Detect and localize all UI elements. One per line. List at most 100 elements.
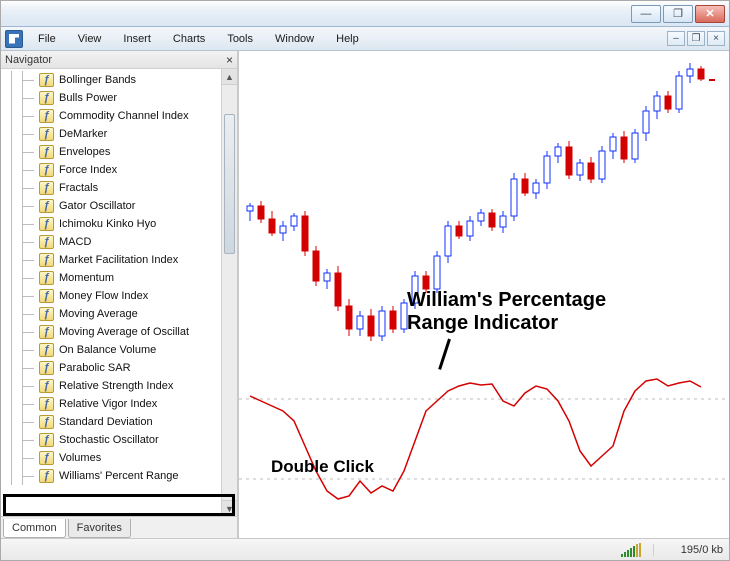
function-icon	[39, 379, 54, 393]
mdi-window-controls: – ❐ ×	[667, 31, 725, 46]
window-titlebar: — ❐ ✕	[1, 1, 729, 27]
function-icon	[39, 91, 54, 105]
indicator-label: Force Index	[59, 164, 117, 176]
indicator-label: Relative Strength Index	[59, 380, 173, 392]
indicator-item[interactable]: Relative Vigor Index	[5, 395, 227, 413]
scroll-down-button[interactable]: ▼	[222, 500, 237, 516]
function-icon	[39, 145, 54, 159]
function-icon	[39, 163, 54, 177]
indicator-label: Envelopes	[59, 146, 110, 158]
window-close-button[interactable]: ✕	[695, 5, 725, 23]
function-icon	[39, 361, 54, 375]
menu-view[interactable]: View	[68, 30, 112, 48]
function-icon	[39, 271, 54, 285]
indicator-label: Moving Average	[59, 308, 138, 320]
function-icon	[39, 325, 54, 339]
menu-file[interactable]: File	[28, 30, 66, 48]
indicator-item[interactable]: Bollinger Bands	[5, 71, 227, 89]
indicator-label: MACD	[59, 236, 91, 248]
indicator-item[interactable]: Standard Deviation	[5, 413, 227, 431]
chart-canvas	[239, 51, 729, 517]
indicator-item[interactable]: Relative Strength Index	[5, 377, 227, 395]
menu-window[interactable]: Window	[265, 30, 324, 48]
function-icon	[39, 199, 54, 213]
menu-help[interactable]: Help	[326, 30, 369, 48]
status-transfer: 195/0 kb	[653, 544, 723, 556]
navigator-header: Navigator ×	[1, 51, 237, 69]
indicator-label: Commodity Channel Index	[59, 110, 189, 122]
function-icon	[39, 343, 54, 357]
indicator-item[interactable]: Moving Average of Oscillat	[5, 323, 227, 341]
indicator-item[interactable]: Gator Oscillator	[5, 197, 227, 215]
navigator-scrollbar[interactable]: ▲ ▼	[221, 69, 237, 516]
function-icon	[39, 235, 54, 249]
chart-area[interactable]: William's Percentage Range Indicator Dou…	[239, 51, 729, 538]
function-icon	[39, 127, 54, 141]
scroll-thumb[interactable]	[224, 114, 235, 254]
function-icon	[39, 469, 54, 483]
app-icon	[5, 30, 23, 48]
mdi-close-button[interactable]: ×	[707, 31, 725, 46]
indicator-label: Standard Deviation	[59, 416, 153, 428]
connection-bars-icon	[621, 543, 641, 557]
window-minimize-button[interactable]: —	[631, 5, 661, 23]
indicator-label: Parabolic SAR	[59, 362, 131, 374]
mdi-restore-button[interactable]: ❐	[687, 31, 705, 46]
indicator-item[interactable]: Stochastic Oscillator	[5, 431, 227, 449]
indicator-label: Bulls Power	[59, 92, 117, 104]
indicator-label: Volumes	[59, 452, 101, 464]
indicator-item[interactable]: Volumes	[5, 449, 227, 467]
indicator-item[interactable]: MACD	[5, 233, 227, 251]
indicator-label: Relative Vigor Index	[59, 398, 157, 410]
indicator-label: Moving Average of Oscillat	[59, 326, 189, 338]
function-icon	[39, 307, 54, 321]
navigator-tabs: Common Favorites	[1, 516, 237, 538]
indicator-label: Money Flow Index	[59, 290, 148, 302]
indicator-item[interactable]: Market Facilitation Index	[5, 251, 227, 269]
indicator-label: Momentum	[59, 272, 114, 284]
window-maximize-button[interactable]: ❐	[663, 5, 693, 23]
function-icon	[39, 253, 54, 267]
tab-common[interactable]: Common	[3, 519, 66, 538]
indicator-item[interactable]: Force Index	[5, 161, 227, 179]
indicator-item[interactable]: On Balance Volume	[5, 341, 227, 359]
tab-favorites[interactable]: Favorites	[68, 519, 131, 538]
indicator-label: Stochastic Oscillator	[59, 434, 159, 446]
function-icon	[39, 397, 54, 411]
indicator-label: Williams' Percent Range	[59, 470, 178, 482]
navigator-title: Navigator	[5, 54, 52, 66]
indicator-item[interactable]: Envelopes	[5, 143, 227, 161]
function-icon	[39, 289, 54, 303]
indicator-item[interactable]: Ichimoku Kinko Hyo	[5, 215, 227, 233]
indicator-item[interactable]: Bulls Power	[5, 89, 227, 107]
menu-insert[interactable]: Insert	[113, 30, 161, 48]
function-icon	[39, 181, 54, 195]
indicator-label: DeMarker	[59, 128, 107, 140]
function-icon	[39, 415, 54, 429]
indicator-item[interactable]: Money Flow Index	[5, 287, 227, 305]
scroll-up-button[interactable]: ▲	[222, 69, 237, 85]
function-icon	[39, 451, 54, 465]
indicator-item[interactable]: Parabolic SAR	[5, 359, 227, 377]
menubar: File View Insert Charts Tools Window Hel…	[1, 27, 729, 51]
indicator-label: Bollinger Bands	[59, 74, 136, 86]
indicator-label: Ichimoku Kinko Hyo	[59, 218, 156, 230]
function-icon	[39, 433, 54, 447]
mdi-minimize-button[interactable]: –	[667, 31, 685, 46]
indicator-item[interactable]: Commodity Channel Index	[5, 107, 227, 125]
function-icon	[39, 73, 54, 87]
navigator-tree: Bollinger Bands Bulls Power Commodity Chan…	[1, 69, 237, 516]
navigator-panel: Navigator × Bollinger Bands Bulls Power Co…	[1, 51, 239, 538]
indicator-item[interactable]: Fractals	[5, 179, 227, 197]
navigator-close-icon[interactable]: ×	[226, 53, 233, 67]
indicator-label: On Balance Volume	[59, 344, 156, 356]
indicator-label: Gator Oscillator	[59, 200, 135, 212]
menu-tools[interactable]: Tools	[217, 30, 263, 48]
indicator-item[interactable]: Williams' Percent Range	[5, 467, 227, 485]
indicator-item[interactable]: Momentum	[5, 269, 227, 287]
indicator-item[interactable]: Moving Average	[5, 305, 227, 323]
indicator-label: Fractals	[59, 182, 98, 194]
indicator-item[interactable]: DeMarker	[5, 125, 227, 143]
menu-charts[interactable]: Charts	[163, 30, 215, 48]
workspace: Navigator × Bollinger Bands Bulls Power Co…	[1, 51, 729, 538]
